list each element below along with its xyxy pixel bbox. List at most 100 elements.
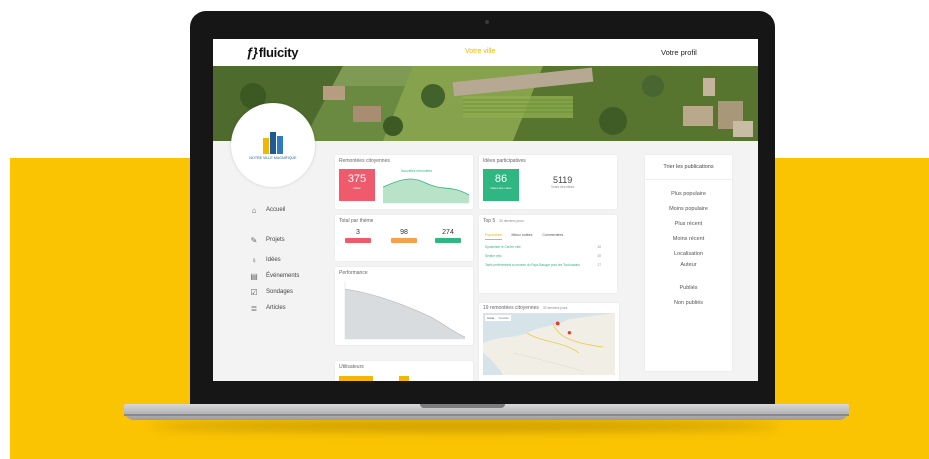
top-tabs: Populaires Mieux notées Commentées	[485, 233, 563, 240]
top-title: Top 5	[483, 218, 496, 224]
nav-link-profile[interactable]: Votre profil	[661, 48, 697, 57]
top-period: 30 derniers jours	[499, 219, 524, 223]
map-tab-carte[interactable]: Carte	[485, 315, 496, 321]
poll-icon: ☑	[250, 287, 258, 297]
map-type-toggle: Carte Satellite	[485, 315, 512, 321]
map-title: 19 remontées citoyennes	[483, 305, 539, 311]
logo-text: fluicity	[258, 45, 299, 60]
france-map-illustration	[483, 313, 615, 375]
list-item-count: 27	[597, 263, 601, 267]
fluicity-logo[interactable]: ƒ}fluicity	[246, 45, 298, 60]
performance-area-chart	[344, 281, 466, 340]
sort-option-auteur[interactable]: Auteur	[645, 262, 732, 268]
idees-kpi[interactable]: 86 Idées des votes	[483, 169, 519, 201]
theme-bar-3	[435, 238, 461, 243]
remontees-sub: Idées	[353, 186, 361, 190]
sidebar-item-evenements[interactable]: ▤ Événements	[248, 270, 299, 282]
top-card: Top 5 30 derniers jours Populaires Mieux…	[479, 215, 617, 293]
sidebar-item-projets[interactable]: ✎ Projets	[248, 234, 299, 246]
sidebar-item-articles[interactable]: ≣ Articles	[248, 302, 299, 314]
map-period: 30 derniers jours	[542, 306, 568, 310]
remontees-title: Remontées citoyennes	[339, 158, 390, 164]
list-item[interactable]: Dynamiser le Centre-ville 48	[485, 245, 601, 249]
laptop-screen: ƒ}fluicity Votre ville Votre profil NOTR…	[213, 39, 758, 381]
sort-option-plus-populaire[interactable]: Plus populaire	[645, 191, 732, 197]
theme-column-2[interactable]: 98	[391, 229, 417, 243]
sidebar-item-label: Articles	[266, 305, 286, 311]
top-navigation-bar: ƒ}fluicity Votre ville Votre profil	[213, 39, 758, 66]
remontees-area-chart	[383, 178, 469, 204]
marketing-stage: ƒ}fluicity Votre ville Votre profil NOTR…	[0, 0, 929, 459]
performance-title: Performance	[339, 270, 368, 276]
idees-value: 86	[494, 173, 508, 185]
idees-votes-kpi[interactable]: 5119 Votes des idées	[551, 175, 574, 189]
remontees-card: Remontées citoyennes 375 Idées Nouvelles…	[335, 155, 473, 209]
sidebar-item-label: Idées	[266, 257, 281, 263]
list-item-count: 48	[597, 245, 601, 249]
map-pin-icon[interactable]: ●	[567, 329, 572, 337]
theme-title: Total par thème	[339, 218, 374, 224]
remontees-value: 375	[347, 173, 367, 185]
tab-populaires[interactable]: Populaires	[485, 233, 502, 240]
map-view[interactable]: ● ● Carte Satellite	[483, 313, 615, 375]
theme-card: Total par thème 3 98 274	[335, 215, 473, 261]
sort-option-publies[interactable]: Publiés	[645, 285, 732, 291]
city-profile-badge: NOTRE VILLE MAGNIFIQUE	[231, 103, 315, 187]
laptop-shadow	[150, 420, 780, 432]
list-item-count: 35	[597, 254, 601, 258]
sort-title: Trier les publications	[645, 164, 732, 180]
idees-title: Idées participatives	[483, 158, 526, 164]
map-pin-icon[interactable]: ●	[555, 319, 560, 328]
performance-card: Performance	[335, 267, 473, 345]
utilisateurs-bar-yellow-2	[399, 376, 409, 381]
idees-votes-sub: Votes des idées	[551, 185, 575, 189]
tab-mieux-notees[interactable]: Mieux notées	[512, 233, 533, 240]
sidebar-item-accueil[interactable]: ⌂ Accueil	[248, 204, 299, 216]
laptop-hinge-notch	[420, 404, 505, 408]
theme-value-2: 98	[400, 229, 408, 236]
city-logo-icon	[263, 132, 283, 154]
utilisateurs-card: Utilisateurs	[335, 361, 473, 381]
map-card: 19 remontées citoyennes 30 derniers jour…	[479, 303, 619, 381]
theme-value-3: 274	[442, 229, 454, 236]
map-tab-satellite[interactable]: Satellite	[496, 315, 511, 321]
list-item[interactable]: Sentier vélo 35	[485, 254, 601, 258]
nav-link-city[interactable]: Votre ville	[465, 48, 495, 55]
sidebar-item-idees[interactable]: ♀ Idées	[248, 254, 299, 266]
top-list: Dynamiser le Centre-ville 48 Sentier vélo…	[485, 245, 601, 272]
theme-bar-2	[391, 238, 417, 243]
list-item[interactable]: Tarifs préférentiels au musée du Pays Ba…	[485, 263, 601, 267]
sidebar-item-sondages[interactable]: ☑ Sondages	[248, 286, 299, 298]
sidebar-item-label: Projets	[266, 237, 285, 243]
sort-option-moins-populaire[interactable]: Moins populaire	[645, 206, 732, 212]
home-icon: ⌂	[251, 205, 257, 215]
list-item-label: Sentier vélo	[485, 254, 502, 258]
laptop-base-edge	[124, 414, 849, 416]
idees-votes-value: 5119	[552, 175, 573, 185]
sort-option-moins-recent[interactable]: Moins récent	[645, 236, 732, 242]
calendar-icon: ▤	[250, 271, 258, 281]
sidebar-item-label: Accueil	[266, 207, 286, 213]
utilisateurs-title: Utilisateurs	[339, 364, 364, 370]
sidebar-menu: ⌂ Accueil ✎ Projets ♀ Idées ▤ Événements…	[248, 204, 299, 318]
map-header: 19 remontées citoyennes 30 derniers jour…	[483, 305, 567, 311]
idees-card: Idées participatives 86 Idées des votes …	[479, 155, 617, 209]
theme-bar-1	[345, 238, 371, 243]
theme-column-1[interactable]: 3	[345, 229, 371, 243]
tools-icon: ✎	[250, 235, 258, 245]
top-header: Top 5 30 derniers jours	[483, 218, 524, 224]
sidebar-item-label: Événements	[266, 273, 300, 279]
sort-option-plus-recent[interactable]: Plus récent	[645, 221, 732, 227]
sort-publications-card: Trier les publications Plus populaire Mo…	[645, 155, 732, 371]
theme-column-3[interactable]: 274	[435, 229, 461, 243]
theme-value-1: 3	[356, 229, 360, 236]
fluicity-logo-mark-icon: ƒ}	[246, 45, 258, 60]
lightbulb-icon: ♀	[251, 255, 257, 265]
sort-option-non-publies[interactable]: Non publiés	[645, 300, 732, 306]
idees-sub: Idées des votes	[490, 186, 512, 190]
tab-commentees[interactable]: Commentées	[542, 233, 563, 240]
list-item-label: Dynamiser le Centre-ville	[485, 245, 521, 249]
remontees-kpi[interactable]: 375 Idées	[339, 169, 375, 201]
newspaper-icon: ≣	[250, 303, 258, 313]
sort-option-localisation[interactable]: Localisation	[645, 251, 732, 257]
